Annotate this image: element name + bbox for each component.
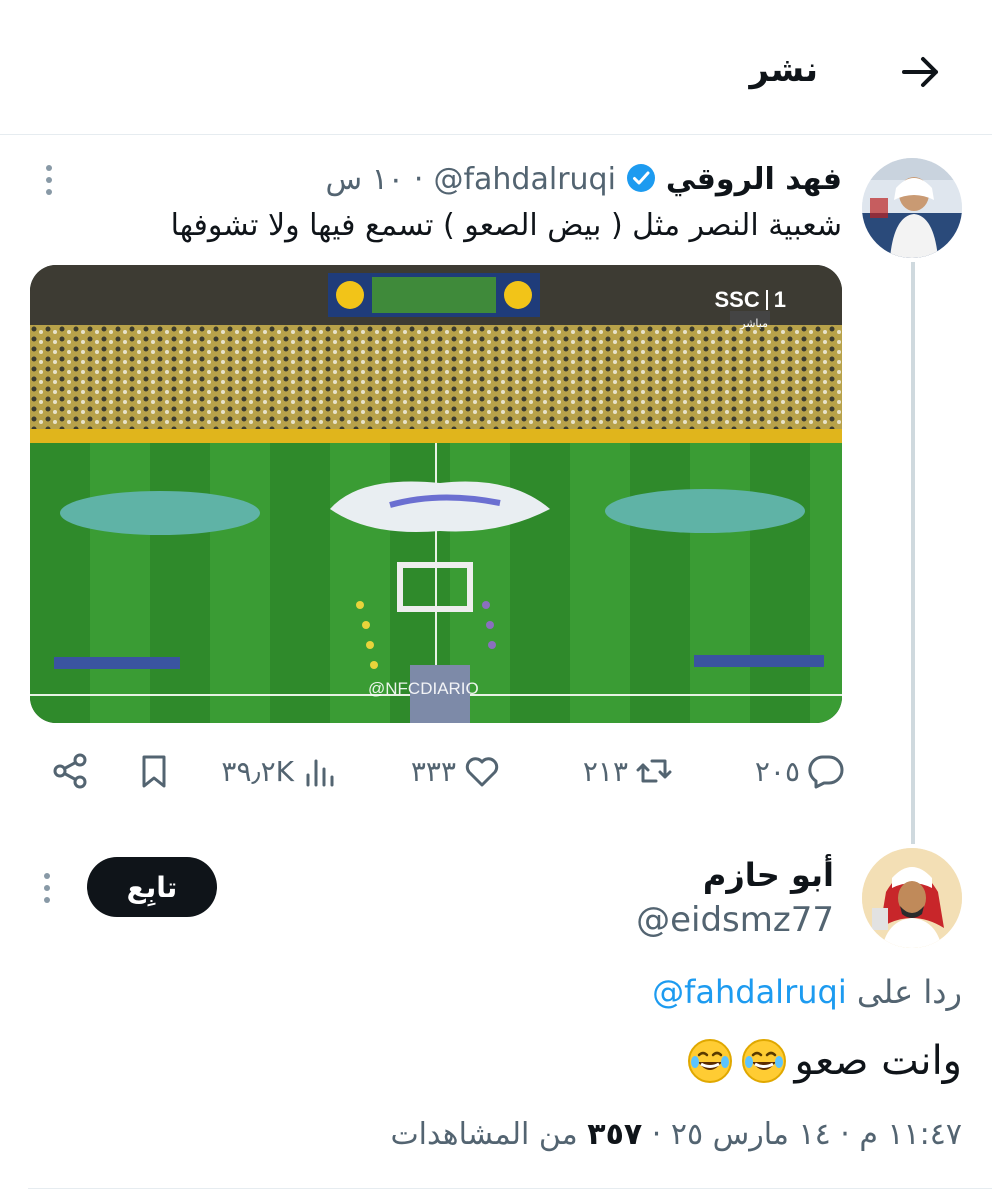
live-label: مباشر xyxy=(740,317,768,330)
like-count: ٣٣٣ xyxy=(410,754,456,788)
author-avatar[interactable] xyxy=(862,158,962,258)
share-icon xyxy=(53,753,87,789)
reply-count: ٢٠٥ xyxy=(754,754,800,788)
reply-text-row: وانت صعو xyxy=(687,1038,962,1084)
reply-views-label: من المشاهدات xyxy=(390,1117,578,1152)
author-handle[interactable]: @fahdalruqi xyxy=(433,162,615,197)
tweet-text: شعبية النصر مثل ( بيض الصعو ) تسمع فيها … xyxy=(170,208,842,243)
replying-to-prefix: ردا على xyxy=(856,973,962,1011)
reply-author-name[interactable]: أبو حازم xyxy=(703,856,834,894)
broadcaster-logo: SSC xyxy=(714,287,760,312)
more-options-icon[interactable] xyxy=(34,160,64,200)
reply-more-options-icon[interactable] xyxy=(32,868,62,908)
like-action[interactable]: ٣٣٣ xyxy=(411,751,502,791)
bookmark-action[interactable] xyxy=(134,751,174,791)
tweet-time[interactable]: ١٠ س xyxy=(326,162,404,197)
retweet-icon xyxy=(636,759,672,783)
media-watermark: @NFCDIARIO xyxy=(368,679,479,698)
bookmark-icon xyxy=(142,755,166,788)
thread-line xyxy=(911,262,915,844)
views-count: ٣٩٫٢K xyxy=(221,754,294,788)
top-bar xyxy=(0,0,992,135)
page-title: نشر xyxy=(749,50,818,90)
divider xyxy=(28,1188,992,1189)
tweet-header: فهد الروقي @fahdalruqi · ١٠ س xyxy=(325,162,842,197)
retweet-count: ٢١٣ xyxy=(582,754,628,788)
reply-action[interactable]: ٢٠٥ xyxy=(755,751,846,791)
share-action[interactable] xyxy=(50,751,90,791)
tweet-media-image[interactable]: SSC 1 مباشر @NFCDIARIO xyxy=(30,265,842,723)
reply-metadata: ١١:٤٧ م · ١٤ مارس ٢٥ · ٣٥٧ من المشاهدات xyxy=(390,1117,962,1152)
channel-number: 1 xyxy=(773,287,786,312)
reply-views-count: ٣٥٧ xyxy=(587,1117,643,1152)
heart-icon xyxy=(465,757,499,787)
reply-text: وانت صعو xyxy=(794,1038,962,1084)
laughing-emoji-icon xyxy=(741,1039,786,1083)
follow-button[interactable]: تابِع xyxy=(87,857,217,917)
reply-timestamp[interactable]: ١١:٤٧ م · ١٤ مارس ٢٥ · xyxy=(652,1117,962,1152)
laughing-emoji-icon xyxy=(687,1039,732,1083)
views-action[interactable]: ٣٩٫٢K xyxy=(221,751,340,791)
verified-badge-icon xyxy=(626,163,656,197)
author-name[interactable]: فهد الروقي xyxy=(666,162,842,197)
bar-chart-icon xyxy=(306,759,334,787)
replying-to-handle[interactable]: @fahdalruqi xyxy=(652,973,847,1011)
reply-icon xyxy=(808,755,844,789)
retweet-action[interactable]: ٢١٣ xyxy=(583,751,674,791)
reply-author-avatar[interactable] xyxy=(862,848,962,948)
replying-to: ردا على @fahdalruqi xyxy=(652,973,962,1011)
back-arrow-icon[interactable] xyxy=(896,48,944,96)
reply-author-handle[interactable]: @eidsmz77 xyxy=(636,900,834,940)
